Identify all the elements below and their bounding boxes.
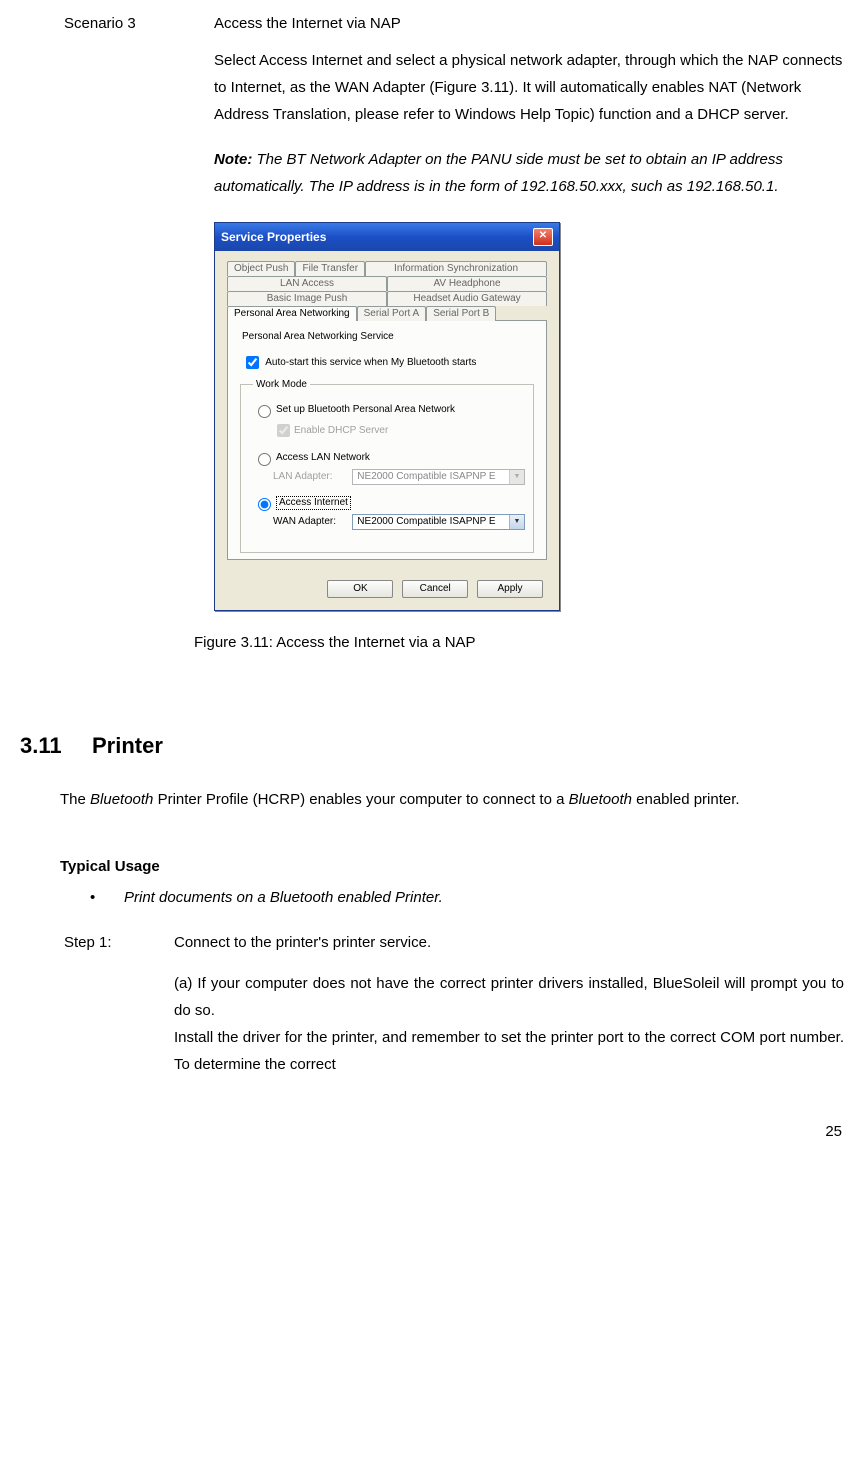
txt: Printer Profile (HCRP) enables your comp… bbox=[153, 791, 568, 808]
txt: (a) If your computer does not have the c… bbox=[174, 975, 844, 1019]
bullet-text: Print documents on a Bluetooth enabled P… bbox=[124, 884, 443, 911]
chevron-down-icon[interactable]: ▼ bbox=[509, 515, 524, 529]
radio-setup-pan[interactable] bbox=[258, 405, 271, 418]
tab-av-headphone[interactable]: AV Headphone bbox=[387, 276, 547, 291]
radio-setup-pan-label: Set up Bluetooth Personal Area Network bbox=[276, 404, 455, 416]
enable-dhcp-label: Enable DHCP Server bbox=[294, 425, 388, 437]
note-label: Note: bbox=[214, 151, 252, 168]
txt: Install the driver for the printer, and … bbox=[174, 1029, 844, 1073]
pan-section-title: Personal Area Networking Service bbox=[242, 331, 536, 343]
note-text: The BT Network Adapter on the PANU side … bbox=[214, 151, 783, 195]
ok-button[interactable]: OK bbox=[327, 580, 393, 598]
section-number: 3.11 bbox=[20, 726, 92, 766]
radio-access-lan-label: Access LAN Network bbox=[276, 452, 370, 464]
page-number: 25 bbox=[20, 1118, 844, 1145]
bullet-icon: • bbox=[90, 884, 124, 911]
lan-adapter-combo: NE2000 Compatible ISAPNP E ▼ bbox=[352, 469, 525, 485]
tab-file-transfer[interactable]: File Transfer bbox=[295, 261, 365, 276]
service-properties-dialog: Service Properties ✕ Object Push File Tr… bbox=[214, 222, 560, 611]
lan-adapter-label: LAN Adapter: bbox=[273, 471, 352, 483]
tab-info-sync[interactable]: Information Synchronization bbox=[365, 261, 547, 276]
cancel-button[interactable]: Cancel bbox=[402, 580, 468, 598]
chevron-down-icon: ▼ bbox=[509, 470, 524, 484]
tab-pan[interactable]: Personal Area Networking bbox=[227, 306, 357, 321]
scenario-title: Access the Internet via NAP bbox=[214, 10, 844, 37]
radio-access-internet[interactable] bbox=[258, 498, 271, 511]
usage-bullet: • Print documents on a Bluetooth enabled… bbox=[90, 884, 844, 911]
tab-lan-access[interactable]: LAN Access bbox=[227, 276, 387, 291]
apply-button[interactable]: Apply bbox=[477, 580, 543, 598]
txt: The bbox=[60, 791, 90, 808]
lan-adapter-value: NE2000 Compatible ISAPNP E bbox=[357, 471, 495, 482]
txt-italic: Bluetooth bbox=[90, 791, 153, 808]
typical-usage-heading: Typical Usage bbox=[60, 853, 844, 880]
step1-sub-a: (a) If your computer does not have the c… bbox=[174, 970, 844, 1078]
radio-access-internet-label: Access Internet bbox=[276, 496, 351, 510]
printer-intro: The Bluetooth Printer Profile (HCRP) ena… bbox=[60, 786, 844, 813]
tab-headset-audio-gateway[interactable]: Headset Audio Gateway bbox=[387, 291, 547, 306]
section-heading-printer: 3.11Printer bbox=[20, 726, 844, 766]
scenario-paragraph: Select Access Internet and select a phys… bbox=[214, 47, 844, 128]
section-title: Printer bbox=[92, 733, 163, 758]
scenario-label: Scenario 3 bbox=[20, 10, 214, 37]
txt-italic: Bluetooth bbox=[569, 791, 632, 808]
close-icon[interactable]: ✕ bbox=[533, 228, 553, 246]
dialog-title-text: Service Properties bbox=[221, 230, 326, 244]
radio-access-lan[interactable] bbox=[258, 453, 271, 466]
step1-label: Step 1: bbox=[64, 929, 174, 956]
work-mode-legend: Work Mode bbox=[253, 379, 310, 391]
txt: enabled printer. bbox=[632, 791, 740, 808]
step1-text: Connect to the printer's printer service… bbox=[174, 929, 844, 956]
wan-adapter-value: NE2000 Compatible ISAPNP E bbox=[357, 516, 495, 527]
scenario-note: Note: The BT Network Adapter on the PANU… bbox=[214, 146, 844, 200]
dialog-tabs: Object Push File Transfer Information Sy… bbox=[227, 261, 547, 560]
tab-object-push[interactable]: Object Push bbox=[227, 261, 295, 276]
wan-adapter-label: WAN Adapter: bbox=[273, 516, 352, 528]
tab-basic-image-push[interactable]: Basic Image Push bbox=[227, 291, 387, 306]
dialog-titlebar: Service Properties ✕ bbox=[215, 223, 559, 251]
figure-caption: Figure 3.11: Access the Internet via a N… bbox=[194, 629, 844, 656]
autostart-label: Auto-start this service when My Bluetoot… bbox=[265, 357, 476, 368]
tab-serial-b[interactable]: Serial Port B bbox=[426, 306, 496, 321]
enable-dhcp-checkbox bbox=[277, 424, 290, 437]
autostart-checkbox[interactable] bbox=[246, 356, 259, 369]
tab-serial-a[interactable]: Serial Port A bbox=[357, 306, 427, 321]
wan-adapter-combo[interactable]: NE2000 Compatible ISAPNP E ▼ bbox=[352, 514, 525, 530]
